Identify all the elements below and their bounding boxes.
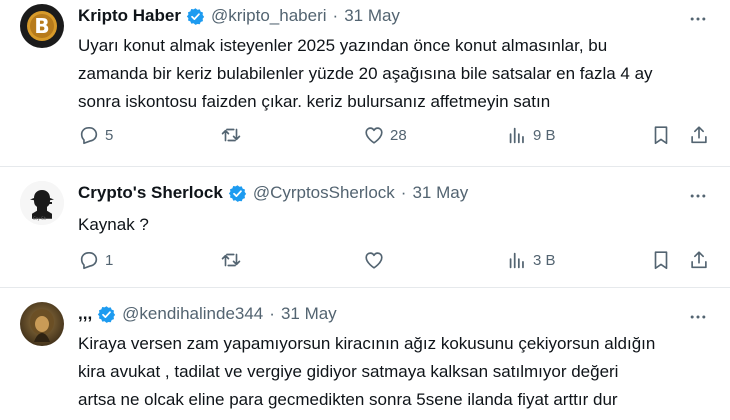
- tweet-text-line: zamanda bir keriz bulabilenler yüzde 20 …: [78, 64, 653, 83]
- retweet-icon: [220, 124, 242, 146]
- retweet-icon: [220, 249, 242, 271]
- author-name[interactable]: Kripto Haber: [78, 6, 181, 26]
- tweet-text: Uyarı konut almak isteyenler 2025 yazınd…: [78, 32, 718, 116]
- tweet-kripto-haber[interactable]: B Kripto Haber @kripto_haberi · 31 May U…: [0, 0, 730, 167]
- more-options-icon[interactable]: [688, 9, 708, 29]
- author-handle[interactable]: @kendihalinde344: [122, 304, 263, 324]
- view-count: 9 B: [533, 126, 556, 144]
- author-name[interactable]: ,,,: [78, 304, 92, 324]
- bitcoin-logo-icon: B: [20, 4, 64, 48]
- reply-icon: [78, 249, 100, 271]
- bookmark-button[interactable]: [650, 124, 672, 146]
- author-name[interactable]: Crypto's Sherlock: [78, 183, 223, 203]
- more-options-icon[interactable]: [688, 307, 708, 327]
- tweet-kendihalinde344[interactable]: ,,, @kendihalinde344 · 31 May Kiraya ver…: [0, 288, 730, 420]
- svg-text:Cry Sh: Cry Sh: [33, 216, 47, 221]
- verified-badge-icon: [228, 184, 247, 203]
- avatar-lion[interactable]: [20, 302, 64, 346]
- views-button[interactable]: 9 B: [506, 124, 556, 146]
- like-button[interactable]: [363, 249, 390, 271]
- bookmark-icon: [650, 124, 672, 146]
- reply-count: 5: [105, 126, 114, 144]
- tweet-text-line: kira avukat , tadilat ve vergiye gidiyor…: [78, 362, 619, 381]
- tweet-text-line: sonra iskontosu faizden çıkar. keriz bul…: [78, 92, 551, 111]
- reply-icon: [78, 124, 100, 146]
- avatar-bitcoin[interactable]: B: [20, 4, 64, 48]
- more-options-icon[interactable]: [688, 186, 708, 206]
- reply-count: 1: [105, 251, 114, 269]
- view-count: 3 B: [533, 251, 556, 269]
- views-button[interactable]: 3 B: [506, 249, 556, 271]
- tweet-text-line: Kiraya versen zam yapamıyorsun kiracının…: [78, 334, 656, 353]
- views-icon: [506, 249, 528, 271]
- tweet-text: Kiraya versen zam yapamıyorsun kiracının…: [78, 330, 718, 414]
- tweet-text-line: artsa ne olcak eline para gecmedikten so…: [78, 390, 618, 409]
- verified-badge-icon: [186, 7, 205, 26]
- like-button[interactable]: 28: [363, 124, 407, 146]
- like-icon: [363, 249, 385, 271]
- share-button[interactable]: [688, 249, 710, 271]
- reply-button[interactable]: 5: [78, 124, 113, 146]
- like-icon: [363, 124, 385, 146]
- bookmark-button[interactable]: [650, 249, 672, 271]
- reply-button[interactable]: 1: [78, 249, 113, 271]
- tweet-date[interactable]: 31 May: [281, 304, 337, 324]
- tweet-cryptos-sherlock[interactable]: Cry Sh Crypto's Sherlock @CyrptosSherloc…: [0, 167, 730, 288]
- tweet-actions: 1 3 B: [78, 249, 718, 273]
- bookmark-icon: [650, 249, 672, 271]
- separator-dot: ·: [269, 304, 275, 323]
- avatar-sherlock[interactable]: Cry Sh: [20, 181, 64, 225]
- tweet-text-line: Kaynak ?: [78, 215, 149, 234]
- svg-text:B: B: [34, 14, 49, 38]
- retweet-button[interactable]: [220, 249, 247, 271]
- retweet-button[interactable]: [220, 124, 247, 146]
- sherlock-silhouette-icon: Cry Sh: [20, 181, 64, 225]
- verified-badge-icon: [97, 305, 116, 324]
- separator-dot: ·: [400, 183, 407, 202]
- views-icon: [506, 124, 528, 146]
- like-count: 28: [390, 126, 407, 144]
- tweet-date[interactable]: 31 May: [412, 183, 468, 203]
- tweet-text-line: Uyarı konut almak isteyenler 2025 yazınd…: [78, 36, 608, 55]
- share-icon: [688, 249, 710, 271]
- share-button[interactable]: [688, 124, 710, 146]
- tweet-actions: 5 28 9 B: [78, 124, 718, 148]
- share-icon: [688, 124, 710, 146]
- lion-photo-icon: [20, 302, 64, 346]
- author-handle[interactable]: @kripto_haberi: [211, 6, 327, 26]
- separator-dot: ·: [332, 6, 339, 25]
- tweet-text: Kaynak ?: [78, 211, 718, 239]
- author-handle[interactable]: @CyrptosSherlock: [253, 183, 395, 203]
- tweet-date[interactable]: 31 May: [344, 6, 400, 26]
